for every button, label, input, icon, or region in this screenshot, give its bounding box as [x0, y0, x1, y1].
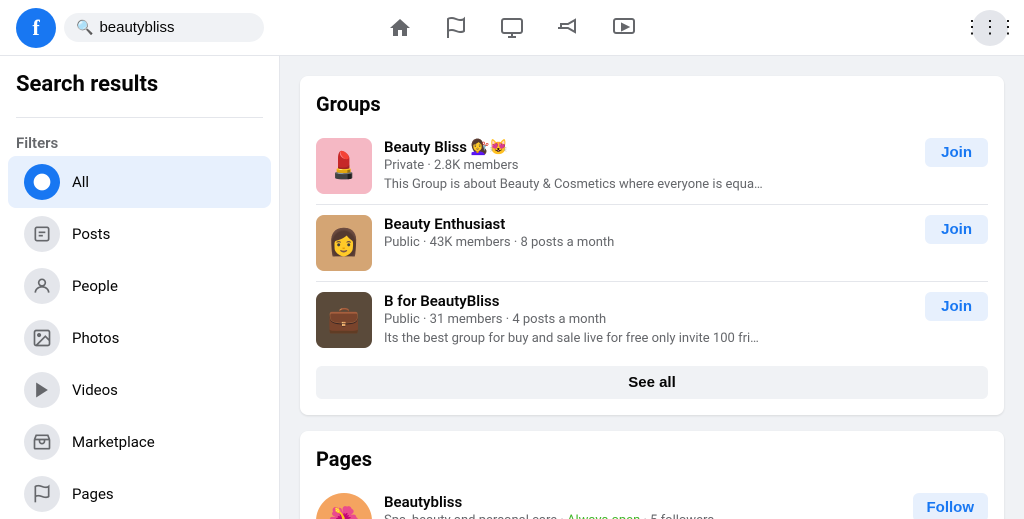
- main-content: Groups 💄 Beauty Bliss 💇‍♀️😻 Private · 2.…: [280, 56, 1024, 519]
- group-name-0: Beauty Bliss 💇‍♀️😻: [384, 138, 913, 156]
- group-thumb-0: 💄: [316, 138, 372, 194]
- pages-section-title: Pages: [316, 447, 988, 471]
- videos-label: Videos: [72, 381, 118, 399]
- group-meta-0: Private · 2.8K members: [384, 158, 913, 173]
- always-open-0: Always open: [567, 513, 640, 519]
- sidebar-item-photos[interactable]: Photos: [8, 312, 271, 364]
- photos-icon: [24, 320, 60, 356]
- nav-left: f 🔍: [16, 8, 264, 48]
- sidebar-item-videos[interactable]: Videos: [8, 364, 271, 416]
- group-action-2: Join: [925, 292, 988, 321]
- monitor-nav-button[interactable]: [488, 4, 536, 52]
- page-item-0: 🌺 Beautybliss Spa, beauty and personal c…: [316, 483, 988, 519]
- posts-icon: [24, 216, 60, 252]
- follow-button-0[interactable]: Follow: [913, 493, 989, 519]
- page-meta-suffix-0: · 5 followers: [640, 513, 714, 519]
- groups-card: Groups 💄 Beauty Bliss 💇‍♀️😻 Private · 2.…: [300, 76, 1004, 415]
- main-layout: Search results Filters All Posts People: [0, 56, 1024, 519]
- sidebar-item-pages[interactable]: Pages: [8, 468, 271, 519]
- nav-right: ⋮⋮⋮: [972, 10, 1008, 46]
- people-icon: [24, 268, 60, 304]
- people-label: People: [72, 277, 118, 295]
- page-info-0: Beautybliss Spa, beauty and personal car…: [384, 493, 901, 519]
- pages-icon: [24, 476, 60, 512]
- group-item-1: 👩 Beauty Enthusiast Public · 43K members…: [316, 205, 988, 282]
- group-meta-2: Public · 31 members · 4 posts a month: [384, 312, 913, 327]
- facebook-logo[interactable]: f: [16, 8, 56, 48]
- filters-label: Filters: [0, 126, 279, 156]
- group-desc-0: This Group is about Beauty & Cosmetics w…: [384, 177, 764, 192]
- group-item-0: 💄 Beauty Bliss 💇‍♀️😻 Private · 2.8K memb…: [316, 128, 988, 205]
- group-action-0: Join: [925, 138, 988, 167]
- posts-label: Posts: [72, 225, 110, 243]
- sidebar-divider-1: [16, 117, 263, 118]
- join-button-2[interactable]: Join: [925, 292, 988, 321]
- page-name-0: Beautybliss: [384, 493, 901, 511]
- page-action-0: Follow: [913, 493, 989, 519]
- sidebar-item-posts[interactable]: Posts: [8, 208, 271, 260]
- group-name-2: B for BeautyBliss: [384, 292, 913, 310]
- group-thumb-1: 👩: [316, 215, 372, 271]
- marketplace-icon: [24, 424, 60, 460]
- sidebar-item-marketplace[interactable]: Marketplace: [8, 416, 271, 468]
- group-thumb-2: 💼: [316, 292, 372, 348]
- group-meta-1: Public · 43K members · 8 posts a month: [384, 235, 913, 250]
- grid-button[interactable]: ⋮⋮⋮: [972, 10, 1008, 46]
- sidebar: Search results Filters All Posts People: [0, 56, 280, 519]
- photos-label: Photos: [72, 329, 119, 347]
- pages-card: Pages 🌺 Beautybliss Spa, beauty and pers…: [300, 431, 1004, 519]
- group-item-2: 💼 B for BeautyBliss Public · 31 members …: [316, 282, 988, 358]
- facebook-logo-f: f: [32, 15, 39, 41]
- sidebar-item-people[interactable]: People: [8, 260, 271, 312]
- group-name-1: Beauty Enthusiast: [384, 215, 913, 233]
- home-nav-button[interactable]: [376, 4, 424, 52]
- group-desc-2: Its the best group for buy and sale live…: [384, 331, 764, 346]
- search-input[interactable]: [99, 19, 239, 36]
- flag-nav-button[interactable]: [432, 4, 480, 52]
- join-button-0[interactable]: Join: [925, 138, 988, 167]
- page-thumb-0: 🌺: [316, 493, 372, 519]
- search-results-title: Search results: [0, 72, 279, 109]
- page-meta-0: Spa, beauty and personal care · Always o…: [384, 513, 901, 519]
- nav-center-icons: [376, 4, 648, 52]
- page-meta-prefix-0: Spa, beauty and personal care ·: [384, 513, 567, 519]
- join-button-1[interactable]: Join: [925, 215, 988, 244]
- marketplace-label: Marketplace: [72, 433, 155, 451]
- pages-label: Pages: [72, 485, 114, 503]
- group-info-0: Beauty Bliss 💇‍♀️😻 Private · 2.8K member…: [384, 138, 913, 192]
- group-info-2: B for BeautyBliss Public · 31 members · …: [384, 292, 913, 346]
- search-box[interactable]: 🔍: [64, 13, 264, 42]
- group-action-1: Join: [925, 215, 988, 244]
- groups-section-title: Groups: [316, 92, 988, 116]
- play-nav-button[interactable]: [600, 4, 648, 52]
- top-navigation: f 🔍 ⋮⋮⋮: [0, 0, 1024, 56]
- sidebar-item-all[interactable]: All: [8, 156, 271, 208]
- group-info-1: Beauty Enthusiast Public · 43K members ·…: [384, 215, 913, 250]
- see-all-groups-button[interactable]: See all: [316, 366, 988, 399]
- all-label: All: [72, 173, 89, 191]
- videos-icon: [24, 372, 60, 408]
- megaphone-nav-button[interactable]: [544, 4, 592, 52]
- search-icon: 🔍: [76, 20, 93, 36]
- all-icon: [24, 164, 60, 200]
